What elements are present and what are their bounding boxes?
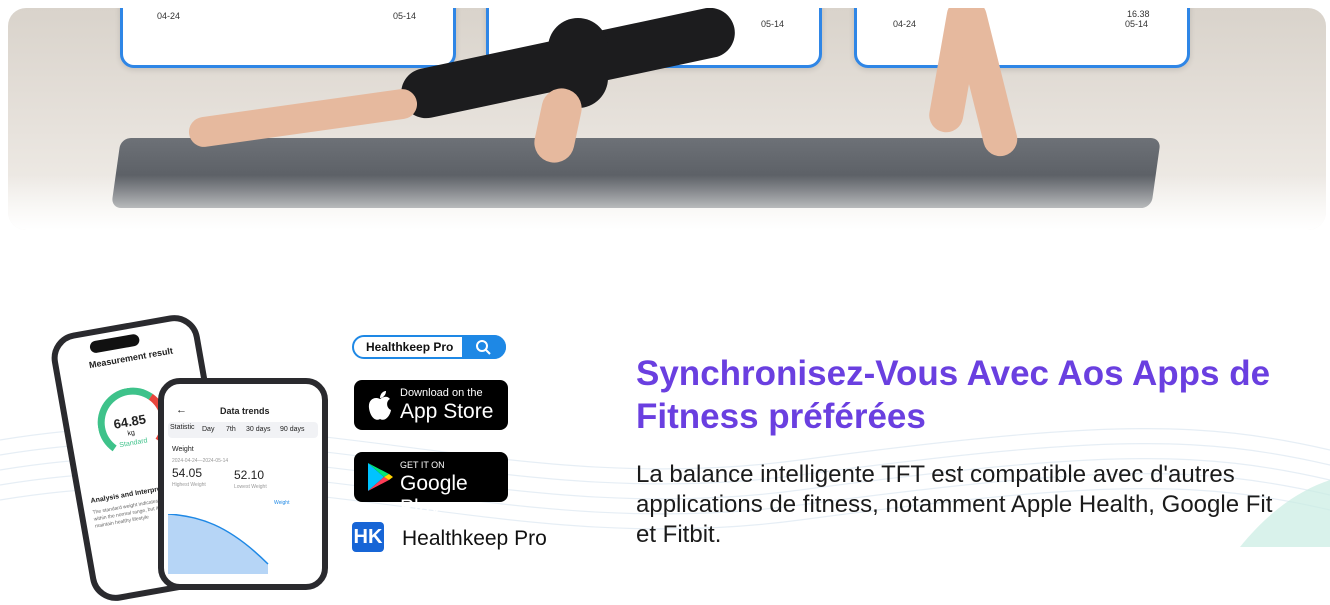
app-store-badge[interactable]: Download on the App Store <box>354 380 508 430</box>
period-tabs: Statistic Day 7th 30 days 90 days <box>168 422 318 438</box>
app-store-small-text: Download on the <box>400 387 483 399</box>
search-icon <box>476 340 491 355</box>
date-range: 2024-04-24—2024-05-14 <box>172 458 229 464</box>
apple-icon <box>368 391 391 420</box>
google-play-small-text: GET IT ON <box>400 460 445 470</box>
high-label: Highest Weight <box>172 482 206 488</box>
google-play-icon <box>368 463 393 491</box>
chart-legend: Weight <box>274 500 290 506</box>
trend-chart <box>168 514 269 574</box>
phone-data-trends: ← Data trends Statistic Day 7th 30 days … <box>158 378 328 590</box>
high-value: 54.05 <box>172 466 203 480</box>
card-date-end: 05-14 <box>761 19 785 29</box>
card-date-start: 04-24 <box>893 19 917 29</box>
search-button[interactable] <box>462 335 506 359</box>
search-label: Healthkeep Pro <box>366 340 454 354</box>
card-date-end: 05-14 <box>393 11 417 21</box>
tab-90days[interactable]: 90 days <box>280 426 305 433</box>
tab-day[interactable]: Day <box>202 426 214 433</box>
metric-selector[interactable]: Weight <box>172 446 194 453</box>
weight-unit: kg <box>126 429 136 438</box>
card-value: 16.38 <box>1127 9 1150 19</box>
low-label: Lowest Weight <box>234 484 267 490</box>
description: La balance intelligente TFT est compatib… <box>636 461 1273 548</box>
healthkeep-logo-icon[interactable]: HK <box>352 522 384 552</box>
google-play-badge[interactable]: GET IT ON Google Play <box>354 452 508 519</box>
card-date-end: 05-14 <box>1125 19 1149 29</box>
headline: Synchronisez-Vous Avec Aos Apps de Fitne… <box>636 354 1271 436</box>
trend-card-1: 04-24 05-14 <box>120 8 456 68</box>
app-store-big-text: App Store <box>400 400 494 423</box>
tab-statistic[interactable]: Statistic <box>170 424 195 431</box>
tab-30days[interactable]: 30 days <box>246 426 271 433</box>
search-box[interactable]: Healthkeep Pro <box>352 335 506 359</box>
healthkeep-name: Healthkeep Pro <box>402 527 547 550</box>
low-value: 52.10 <box>234 468 265 482</box>
back-arrow-icon[interactable]: ← <box>176 404 187 416</box>
card-date-start: 04-24 <box>157 11 181 21</box>
data-trends-title: Data trends <box>220 406 270 416</box>
hero-image: 04-24 05-14 05-14 16.38 04-24 05-14 <box>8 8 1326 230</box>
google-play-big-text: Google Play <box>400 472 468 519</box>
dynamic-island <box>88 333 141 354</box>
trend-card-3: 16.38 04-24 05-14 <box>854 8 1190 68</box>
tab-7th[interactable]: 7th <box>226 426 236 433</box>
